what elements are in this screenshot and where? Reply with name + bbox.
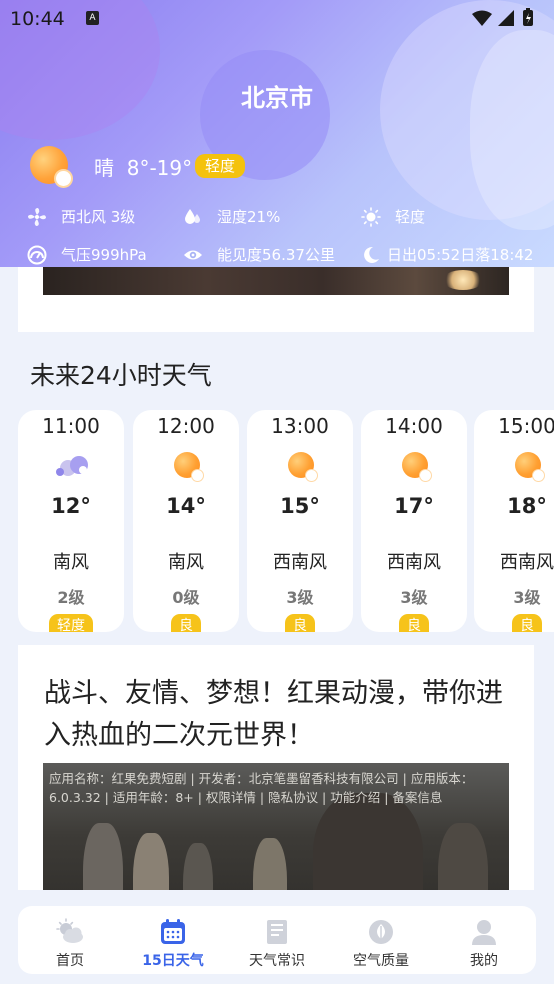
sun-rays-icon — [361, 207, 381, 227]
hour-wind-level: 3级 — [286, 588, 314, 607]
hour-aq-badge: 良 — [171, 614, 201, 632]
hour-time: 11:00 — [42, 414, 100, 438]
hourly-section-title: 未来24小时天气 — [30, 361, 212, 390]
hour-wind-dir: 西南风 — [273, 552, 327, 573]
status-time: 10:44 — [10, 8, 65, 30]
sunny-icon — [402, 452, 431, 481]
hour-aq-badge: 良 — [285, 614, 315, 632]
nav-label-home: 首页 — [56, 953, 84, 969]
nav-label-air-quality: 空气质量 — [353, 953, 409, 969]
sunrise-sunset-text: 日出05:52日落18:42 — [387, 246, 534, 264]
hour-temp: 12° — [51, 494, 91, 518]
hourly-forecast-list[interactable]: 11:00 12° 南风 2级 轻度 12:00 14° 南风 0级 良 13:… — [18, 410, 554, 632]
signal-icon — [498, 10, 514, 26]
hour-time: 13:00 — [271, 414, 329, 438]
home-weather-icon — [56, 918, 83, 943]
pressure-text: 气压999hPa — [61, 246, 147, 264]
hour-wind-level: 3级 — [400, 588, 428, 607]
hour-temp: 14° — [166, 494, 206, 518]
droplet-icon — [185, 209, 200, 224]
sunny-icon — [174, 452, 203, 481]
user-icon — [472, 920, 496, 945]
nav-label-profile: 我的 — [470, 953, 498, 969]
hour-aq-badge: 良 — [512, 614, 542, 632]
leaf-icon — [369, 920, 393, 944]
wifi-icon — [472, 10, 492, 26]
nav-item-profile[interactable]: 我的 — [432, 906, 536, 974]
nav-item-home[interactable]: 首页 — [18, 906, 122, 974]
candle-light — [443, 270, 483, 290]
hour-aq-badge: 良 — [399, 614, 429, 632]
moon-icon — [364, 246, 379, 263]
visibility-text: 能见度56.37公里 — [217, 246, 335, 264]
bottom-nav: 首页 15日天气 天气常识 空气质量 我的 — [18, 906, 536, 974]
hour-aq-badge: 轻度 — [49, 614, 93, 632]
sunny-icon — [30, 146, 71, 186]
app-info-meta: 应用名称：红果免费短剧 | 开发者：北京笔墨留香科技有限公司 | 应用版本：6.… — [49, 771, 474, 805]
hour-time: 15:00 — [498, 414, 554, 438]
book-icon — [267, 920, 287, 944]
fan-icon — [28, 208, 46, 226]
uv-text: 轻度 — [395, 208, 426, 226]
temp-range: 8°-19° — [126, 156, 193, 180]
nav-item-15day[interactable]: 15日天气 — [121, 906, 225, 974]
hour-time: 14:00 — [385, 414, 443, 438]
hour-wind-level: 2级 — [57, 588, 85, 607]
hour-wind-dir: 西南风 — [500, 552, 554, 573]
condition-text: 晴 — [94, 156, 114, 180]
hour-time: 12:00 — [157, 414, 215, 438]
hourly-card[interactable]: 11:00 12° 南风 2级 轻度 — [18, 410, 124, 632]
nav-item-air-quality[interactable]: 空气质量 — [329, 906, 433, 974]
hour-wind-level: 3级 — [513, 588, 541, 607]
hour-wind-dir: 南风 — [53, 552, 89, 573]
notification-icon: A — [86, 11, 99, 25]
city-name[interactable]: 北京市 — [0, 78, 554, 113]
hour-wind-dir: 西南风 — [387, 552, 441, 573]
sunny-icon — [288, 452, 317, 481]
gauge-icon — [27, 245, 47, 265]
humidity-text: 湿度21% — [217, 208, 281, 226]
hourly-card[interactable]: 14:00 17° 西南风 3级 良 — [361, 410, 467, 632]
calendar-icon — [161, 919, 185, 944]
details-row-2: 气压999hPa 能见度56.37公里 日出05:52日落18:42 — [0, 243, 554, 267]
sunny-icon — [515, 452, 544, 481]
system-icons — [470, 8, 542, 28]
hourly-card[interactable]: 12:00 14° 南风 0级 良 — [133, 410, 239, 632]
details-row-1: 西北风 3级 湿度21% 轻度 — [0, 205, 554, 229]
air-quality-badge[interactable]: 轻度 — [195, 154, 246, 178]
weather-header: 10:44 A 北京市 晴 8°-19° 轻度 西北风 3级 湿度21% 轻度 … — [0, 0, 554, 267]
status-bar: 10:44 A — [0, 0, 554, 36]
hour-temp: 15° — [280, 494, 320, 518]
partly-cloudy-icon — [56, 452, 90, 480]
hourly-card[interactable]: 15:00 18° 西南风 3级 良 — [474, 410, 554, 632]
hourly-card[interactable]: 13:00 15° 西南风 3级 良 — [247, 410, 353, 632]
bottom-nav-area: 首页 15日天气 天气常识 空气质量 我的 — [0, 890, 554, 984]
hour-temp: 18° — [507, 494, 547, 518]
hour-wind-level: 0级 — [172, 588, 200, 607]
article-headline[interactable]: 战斗、友情、梦想！红果动漫，带你进入热血的二次元世界！ — [44, 673, 514, 757]
hour-temp: 17° — [394, 494, 434, 518]
nav-label-15day: 15日天气 — [142, 953, 204, 969]
wind-text: 西北风 3级 — [61, 208, 136, 226]
current-condition: 晴 8°-19° — [94, 152, 192, 181]
eye-icon — [184, 250, 202, 260]
nav-label-knowledge: 天气常识 — [249, 953, 305, 969]
nav-item-knowledge[interactable]: 天气常识 — [225, 906, 329, 974]
hour-wind-dir: 南风 — [168, 552, 204, 573]
